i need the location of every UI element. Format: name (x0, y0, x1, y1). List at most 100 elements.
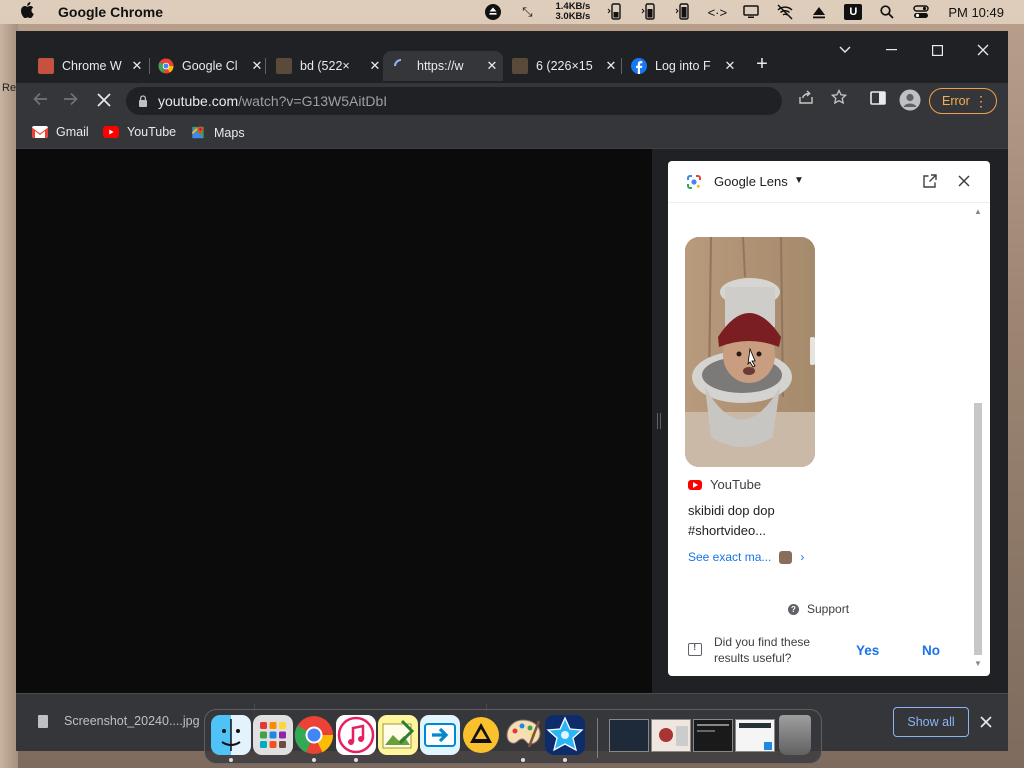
help-question-icon: ? (788, 603, 799, 615)
see-exact-matches-link[interactable]: See exact ma... › (688, 550, 804, 564)
support-label: Support (807, 602, 850, 616)
feedback-no-button[interactable]: No (922, 643, 940, 658)
battery-device-2-icon[interactable] (666, 0, 700, 24)
tab-strip: Chrome W ✕ Google Cl ✕ bd (522× ✕ https:… (16, 31, 1008, 83)
tab-facebook-login[interactable]: Log into F ✕ (623, 51, 741, 81)
tab-6-image[interactable]: 6 (226×15 ✕ (504, 51, 622, 81)
result-video-thumbnail[interactable] (685, 237, 815, 467)
youtube-icon (103, 126, 119, 138)
dock-separator (597, 718, 598, 758)
kebab-menu-icon[interactable]: ⋮ (974, 93, 988, 110)
result-source-label: YouTube (710, 477, 762, 492)
tab-close-icon[interactable]: ✕ (604, 58, 618, 74)
lens-title[interactable]: Google Lens (714, 174, 788, 189)
forward-arrow-icon[interactable] (59, 89, 83, 113)
result-source[interactable]: YouTube (688, 477, 761, 492)
stop-loading-icon[interactable] (92, 89, 116, 113)
bookmark-youtube[interactable]: YouTube (103, 125, 176, 139)
feedback-yes-button[interactable]: Yes (856, 643, 879, 658)
support-link[interactable]: ? Support (788, 602, 849, 616)
tab-search-chevron-icon[interactable] (822, 35, 868, 65)
tab-active-youtube[interactable]: https://w ✕ (383, 51, 503, 81)
file-icon (38, 714, 48, 728)
download-bar-close-icon[interactable] (980, 716, 992, 728)
wifi-off-icon[interactable] (768, 0, 802, 24)
running-indicator (354, 758, 358, 762)
video-player[interactable] (16, 149, 652, 693)
paint-palette-icon[interactable] (503, 715, 543, 755)
tab-chrome-w[interactable]: Chrome W ✕ (30, 51, 148, 81)
minimize-icon[interactable] (868, 35, 914, 65)
network-speed: 1.4KB/s 3.0KB/s (544, 2, 590, 22)
exact-match-label: See exact ma... (688, 550, 772, 564)
minimized-window-thumbnail[interactable] (651, 719, 691, 752)
star-app-icon[interactable] (545, 715, 585, 755)
bookmark-gmail[interactable]: Gmail (32, 125, 89, 139)
apple-menu-icon[interactable] (20, 1, 40, 23)
tab-google-cl[interactable]: Google Cl ✕ (150, 51, 268, 81)
minimized-window-thumbnail[interactable] (735, 719, 775, 752)
scrollbar-thumb[interactable] (974, 403, 982, 655)
image-thumbnail-favicon-icon (512, 58, 528, 74)
tab-bd-image[interactable]: bd (522× ✕ (268, 51, 386, 81)
airplay-triangle-icon[interactable] (802, 0, 836, 24)
error-label: Error (942, 94, 970, 108)
itunes-music-icon[interactable] (336, 715, 376, 755)
minimized-window-thumbnail[interactable] (609, 719, 649, 752)
warning-triangle-app-icon[interactable] (461, 715, 501, 755)
lock-icon[interactable] (138, 95, 148, 107)
download-item[interactable]: Screenshot_20240....jpg (38, 714, 200, 728)
scroll-up-arrow-icon[interactable]: ▲ (974, 207, 982, 216)
page-content: Google Lens ▼ YouTube skibidi dop dop #s… (16, 149, 1008, 693)
display-icon[interactable] (734, 0, 768, 24)
lens-dropdown-caret-icon[interactable]: ▼ (794, 175, 804, 186)
open-in-new-tab-icon[interactable] (922, 173, 938, 189)
bookmark-star-icon[interactable] (827, 88, 851, 113)
tab-close-icon[interactable]: ✕ (130, 58, 144, 74)
sync-arrows-icon[interactable]: ⤡ (510, 0, 544, 24)
trash-icon[interactable] (779, 715, 811, 755)
tab-close-icon[interactable]: ✕ (250, 58, 264, 74)
new-tab-plus-icon[interactable]: + (750, 53, 774, 77)
back-arrow-icon[interactable] (28, 89, 52, 113)
eject-icon[interactable] (476, 0, 510, 24)
menu-bar-clock[interactable]: PM 10:49 (948, 5, 1004, 20)
share-icon[interactable] (794, 89, 818, 113)
finder-icon[interactable] (211, 715, 251, 755)
send-arrow-app-icon[interactable] (420, 715, 460, 755)
image-editor-icon[interactable] (378, 715, 418, 755)
side-panel-resize-handle[interactable] (657, 413, 661, 429)
window-close-icon[interactable] (960, 35, 1006, 65)
battery-device-icon[interactable] (632, 0, 666, 24)
address-bar[interactable]: youtube.com/watch?v=G13W5AitDbI (126, 87, 782, 115)
tab-close-icon[interactable]: ✕ (485, 58, 499, 74)
loading-spinner-icon (394, 59, 402, 67)
launchpad-icon[interactable] (253, 715, 293, 755)
side-panel-icon[interactable] (866, 89, 890, 113)
minimized-window-thumbnail[interactable] (693, 719, 733, 752)
url-host: youtube.com (158, 93, 239, 109)
running-indicator (229, 758, 233, 762)
control-center-icon[interactable] (904, 0, 938, 24)
maximize-icon[interactable] (914, 35, 960, 65)
battery-phone-icon[interactable] (598, 0, 632, 24)
lens-close-icon[interactable] (958, 175, 970, 187)
tab-label: 6 (226×15 (536, 59, 593, 73)
google-maps-icon (191, 126, 204, 139)
lens-scrollbar[interactable]: ▲ ▼ (972, 207, 984, 671)
url-text[interactable]: youtube.com/watch?v=G13W5AitDbI (158, 93, 387, 109)
scroll-down-arrow-icon[interactable]: ▼ (974, 659, 982, 668)
feedback-question: Did you find these results useful? (714, 635, 811, 665)
bookmark-maps[interactable]: Maps (190, 125, 245, 140)
show-all-downloads-button[interactable]: Show all (893, 707, 969, 737)
code-brackets-icon[interactable]: <·> (700, 0, 734, 24)
u-app-icon[interactable]: U (836, 0, 870, 24)
spotlight-search-icon[interactable] (870, 0, 904, 24)
tab-close-icon[interactable]: ✕ (368, 58, 382, 74)
chrome-icon[interactable] (294, 715, 334, 755)
profile-avatar-icon[interactable] (898, 89, 922, 113)
profile-error-button[interactable]: Error ⋮ (929, 88, 997, 114)
active-app-name[interactable]: Google Chrome (58, 4, 163, 20)
result-title[interactable]: skibidi dop dop #shortvideo... (688, 501, 838, 541)
tab-close-icon[interactable]: ✕ (723, 58, 737, 74)
